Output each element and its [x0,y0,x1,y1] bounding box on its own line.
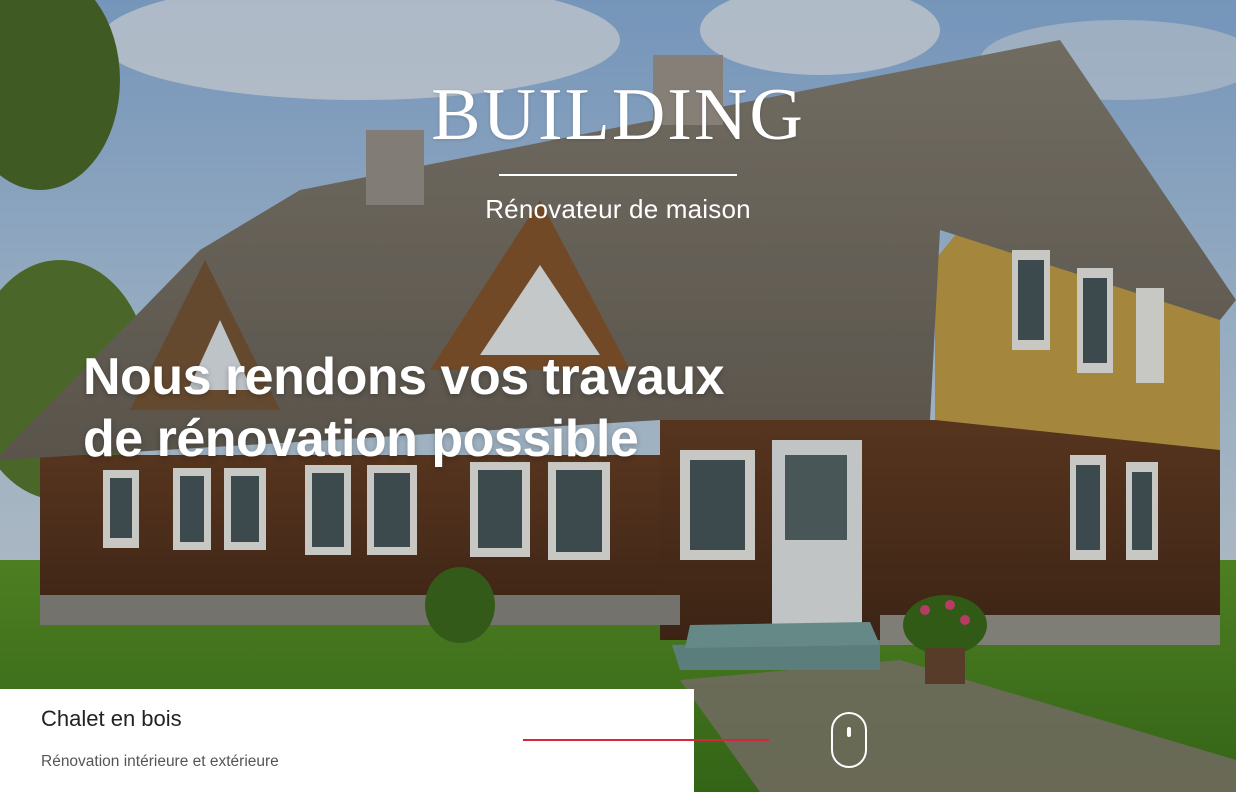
brand-subtitle: Rénovateur de maison [485,194,751,224]
scroll-mouse-icon[interactable] [831,712,867,768]
slide-progress-line [523,739,769,741]
hero-headline: Nous rendons vos travaux de rénovation p… [83,346,803,470]
scroll-wheel-icon [846,727,851,737]
slide-caption-title: Chalet en bois [41,706,182,731]
brand-title: BUILDING [431,74,805,156]
hero-headline-line1: Nous rendons vos travaux [83,348,725,406]
brand-divider [499,174,737,176]
hero-slide: BUILDING Rénovateur de maison Nous rendo… [0,0,1236,792]
slide-caption-subtitle: Rénovation intérieure et extérieure [41,753,279,770]
hero-headline-line2: de rénovation possible [83,410,639,468]
